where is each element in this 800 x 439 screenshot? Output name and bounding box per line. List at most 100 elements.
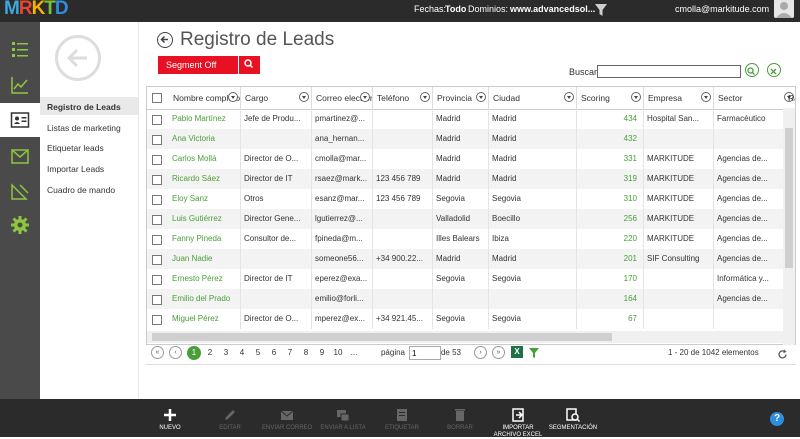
row-checkbox[interactable] <box>152 235 162 245</box>
funnel-filter-icon[interactable] <box>594 3 608 17</box>
column-header-label: Rango de ingresos <box>788 93 795 103</box>
green-filter-icon[interactable] <box>528 346 540 358</box>
row-checkbox[interactable] <box>152 155 162 165</box>
cell-name[interactable]: Carlos Mollá <box>169 149 241 169</box>
table-row[interactable]: Ernesto Pérez Director de IT eperez@exa...… <box>147 269 795 289</box>
page-number-input[interactable] <box>409 346 441 360</box>
search-submit-button[interactable] <box>745 63 759 77</box>
cell-city: Madrid <box>489 129 577 149</box>
prev-page-button[interactable]: ‹ <box>169 346 182 359</box>
sidebar-item-settings[interactable] <box>0 208 40 242</box>
row-checkbox[interactable] <box>152 255 162 265</box>
column-filter-icon[interactable] <box>420 92 430 102</box>
refresh-icon[interactable] <box>777 347 788 359</box>
cell-name[interactable]: Eloy Sanz <box>169 189 241 209</box>
back-arrow-icon[interactable] <box>55 35 101 81</box>
cell-name[interactable]: Ana Victoria <box>169 129 241 149</box>
column-filter-icon[interactable] <box>631 92 641 102</box>
submenu-item-registro-leads[interactable]: Registro de Leads <box>47 102 121 112</box>
toolbar-pencil-button[interactable]: EDITAR <box>205 400 255 432</box>
page-number[interactable]: 1 <box>187 346 201 360</box>
page-number[interactable]: 3 <box>219 346 233 360</box>
submenu-item-cuadro-mando[interactable]: Cuadro de mando <box>47 185 115 195</box>
user-email[interactable]: cmolla@markitude.com <box>675 4 769 14</box>
page-number[interactable]: 9 <box>315 346 329 360</box>
sidebar-item-leads[interactable] <box>0 32 40 66</box>
cell-name[interactable]: Emilio del Prado <box>169 289 241 309</box>
row-checkbox[interactable] <box>152 315 162 325</box>
column-filter-icon[interactable] <box>564 92 574 102</box>
back-button[interactable] <box>157 32 173 48</box>
segment-toggle-button[interactable]: Segment Off <box>158 56 238 74</box>
help-button[interactable]: ? <box>770 412 784 426</box>
column-header-revenue[interactable]: Rango de ingresos <box>784 87 795 109</box>
vertical-scroll-thumb[interactable] <box>785 128 793 268</box>
cell-name[interactable]: Miguel Pérez <box>169 309 241 329</box>
toolbar-envelope-button[interactable]: ENVIAR CORREO <box>262 400 312 432</box>
column-filter-icon[interactable] <box>476 92 486 102</box>
horizontal-scroll-thumb[interactable] <box>152 333 612 341</box>
select-all-checkbox[interactable] <box>152 93 162 103</box>
search-input[interactable] <box>597 65 741 78</box>
submenu-item-listas-marketing[interactable]: Listas de marketing <box>47 123 121 133</box>
row-checkbox[interactable] <box>152 115 162 125</box>
toolbar-plus-button[interactable]: NUEVO <box>145 400 195 432</box>
column-filter-icon[interactable] <box>360 92 370 102</box>
submenu-item-importar-leads[interactable]: Importar Leads <box>47 164 104 174</box>
cell-name[interactable]: Fanny Pineda <box>169 229 241 249</box>
row-checkbox[interactable] <box>152 215 162 225</box>
column-filter-icon[interactable] <box>299 92 309 102</box>
row-checkbox[interactable] <box>152 275 162 285</box>
excel-export-icon[interactable]: X <box>511 346 523 358</box>
toolbar-tag-button[interactable]: ETIQUETAR <box>377 400 427 432</box>
page-number[interactable]: 8 <box>299 346 313 360</box>
cell-name[interactable]: Ricardo Sáez <box>169 169 241 189</box>
sidebar-item-analytics[interactable] <box>0 68 40 102</box>
table-row[interactable]: Luis Gutiérrez Director Gene... lgutierrez… <box>147 209 795 229</box>
cell-name[interactable]: Pablo Martínez <box>169 109 241 129</box>
page-number[interactable]: 6 <box>267 346 281 360</box>
table-row[interactable]: Juan Nadie someone56... +34 900.22... Madri… <box>147 249 795 269</box>
clear-search-button[interactable] <box>767 63 781 77</box>
page-number[interactable]: 5 <box>251 346 265 360</box>
sidebar-item-tools[interactable] <box>0 174 40 208</box>
app-logo[interactable]: MRKTD <box>4 0 69 22</box>
table-row[interactable]: Emilio del Prado emilio@forli... 164 Agenci… <box>147 289 795 309</box>
page-number[interactable]: ... <box>347 346 361 360</box>
cell-name[interactable]: Ernesto Pérez <box>169 269 241 289</box>
table-row[interactable]: Ricardo Sáez Director de IT rsaez@mark... 1… <box>147 169 795 189</box>
column-filter-icon[interactable] <box>701 92 711 102</box>
sidebar-item-contacts[interactable] <box>0 103 40 137</box>
dates-filter-value[interactable]: Todo <box>445 4 466 14</box>
submenu-item-etiquetar-leads[interactable]: Etiquetar leads <box>47 143 104 153</box>
table-row[interactable]: Pablo Martínez Jefe de Produ... pmartinez@… <box>147 109 795 129</box>
table-row[interactable]: Miguel Pérez Director de O... mperez@ex...… <box>147 309 795 329</box>
page-number[interactable]: 10 <box>331 346 345 360</box>
segment-search-button[interactable] <box>238 56 260 74</box>
avatar[interactable] <box>774 0 794 18</box>
last-page-button[interactable]: » <box>492 346 505 359</box>
row-checkbox[interactable] <box>152 295 162 305</box>
sidebar-item-email[interactable] <box>0 139 40 173</box>
row-checkbox[interactable] <box>152 175 162 185</box>
next-page-button[interactable]: › <box>474 346 487 359</box>
column-filter-icon[interactable] <box>228 92 238 102</box>
table-row[interactable]: Fanny Pineda Consultor de... fpineda@m... I… <box>147 229 795 249</box>
row-checkbox[interactable] <box>152 195 162 205</box>
cell-name[interactable]: Luis Gutiérrez <box>169 209 241 229</box>
toolbar-send-list-button[interactable]: ENVIAR A LISTA <box>318 400 368 432</box>
toolbar-segmentation-button[interactable]: SEGMENTACIÓN <box>548 400 598 432</box>
toolbar-trash-button[interactable]: BORRAR <box>435 400 485 432</box>
toolbar-import-button[interactable]: IMPORTAR ARCHIVO EXCEL <box>493 400 543 439</box>
row-checkbox[interactable] <box>152 135 162 145</box>
pager-divider <box>146 364 796 365</box>
cell-name[interactable]: Juan Nadie <box>169 249 241 269</box>
table-row[interactable]: Carlos Mollá Director de O... cmolla@mar..… <box>147 149 795 169</box>
table-row[interactable]: Eloy Sanz Otros esanz@mar... 123 456 789 Seg… <box>147 189 795 209</box>
table-row[interactable]: Ana Victoria ana_hernan... Madrid Madrid 432 <box>147 129 795 149</box>
page-number[interactable]: 4 <box>235 346 249 360</box>
page-number[interactable]: 7 <box>283 346 297 360</box>
page-number[interactable]: 2 <box>203 346 217 360</box>
domains-filter-value[interactable]: www.advancedsol... <box>510 4 595 14</box>
first-page-button[interactable]: « <box>151 346 164 359</box>
